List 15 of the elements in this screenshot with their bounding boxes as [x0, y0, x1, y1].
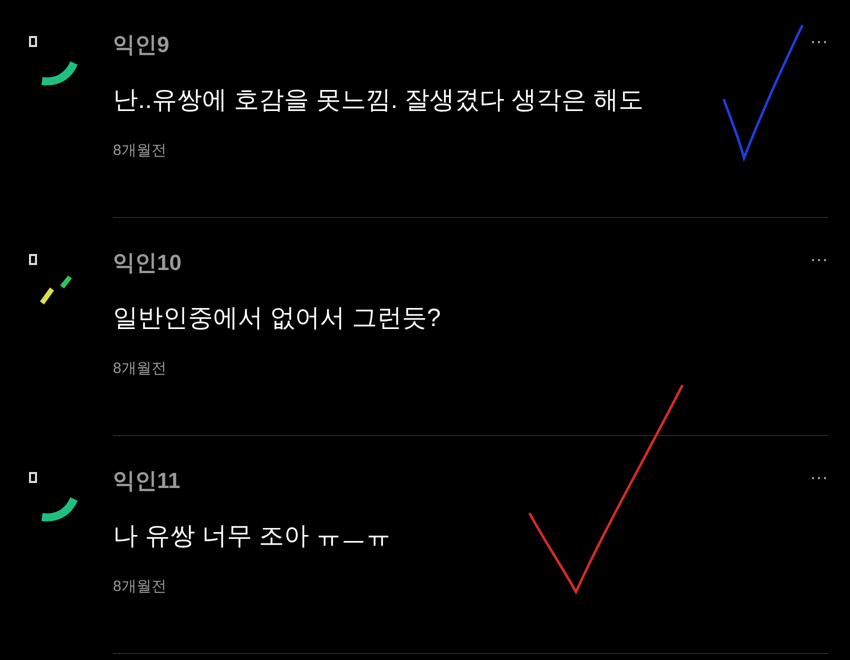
small-icon	[29, 254, 37, 265]
timestamp: 8개월전	[113, 359, 168, 379]
author-name: 익인10	[113, 249, 182, 277]
comment-text: 일반인중에서 없어서 그런듯?	[113, 303, 442, 334]
comment-text: 나 유쌍 너무 조아 ㅠㅡㅠ	[113, 521, 392, 552]
more-button[interactable]: ···	[810, 468, 828, 486]
timestamp: 8개월전	[113, 577, 168, 597]
more-button[interactable]: ···	[810, 32, 828, 50]
small-icon	[29, 472, 37, 483]
small-icon	[29, 36, 37, 47]
timestamp: 8개월전	[113, 141, 168, 161]
author-name: 익인9	[113, 31, 170, 59]
more-button[interactable]: ···	[810, 250, 828, 268]
author-name: 익인11	[113, 467, 180, 495]
comment-text: 난..유쌍에 호감을 못느낌. 잘생겼다 생각은 해도	[113, 85, 645, 116]
